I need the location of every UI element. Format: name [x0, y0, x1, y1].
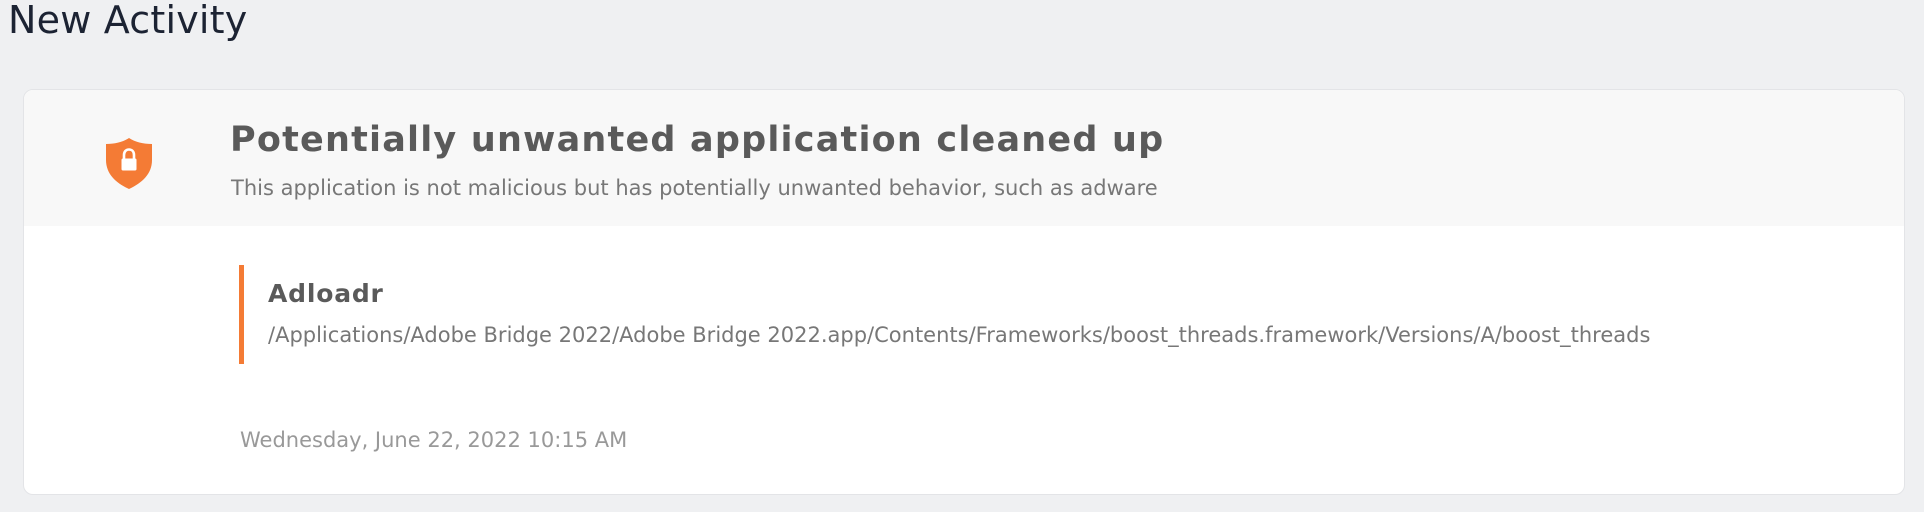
threat-file-path: /Applications/Adobe Bridge 2022/Adobe Br… — [268, 323, 1651, 347]
detection-details: Adloadr /Applications/Adobe Bridge 2022/… — [239, 265, 1650, 364]
shield-lock-icon — [104, 136, 154, 190]
threat-name: Adloadr — [268, 279, 384, 308]
activity-subtitle: This application is not malicious but ha… — [231, 176, 1158, 200]
activity-card-header: Potentially unwanted application cleaned… — [24, 90, 1904, 226]
activity-title: Potentially unwanted application cleaned… — [230, 120, 1165, 160]
page-title: New Activity — [8, 0, 248, 42]
activity-card[interactable]: Potentially unwanted application cleaned… — [23, 89, 1905, 495]
activity-timestamp: Wednesday, June 22, 2022 10:15 AM — [240, 428, 628, 452]
